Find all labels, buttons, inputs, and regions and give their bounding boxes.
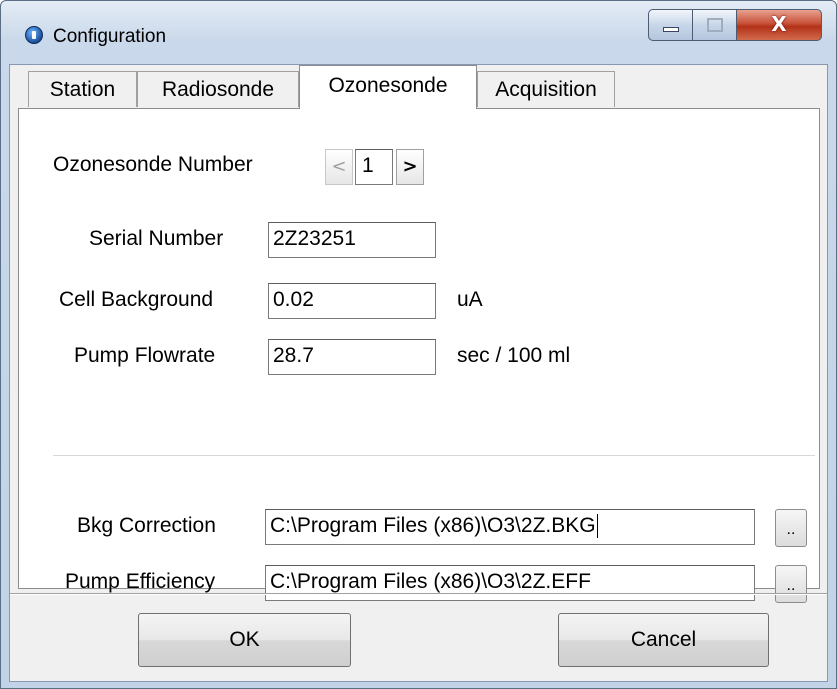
pump-efficiency-browse-button[interactable]: .. xyxy=(775,565,807,603)
cell-background-unit: uA xyxy=(457,288,483,311)
cancel-button[interactable]: Cancel xyxy=(558,613,769,667)
cell-background-label: Cell Background xyxy=(59,288,214,311)
bkg-correction-path-text: C:\Program Files (x86)\O3\2Z.BKG xyxy=(270,514,596,537)
tab-acquisition[interactable]: Acquisition xyxy=(477,71,615,107)
text-cursor xyxy=(596,514,598,539)
ok-button[interactable]: OK xyxy=(138,613,351,667)
cell-background-input[interactable]: 0.02 xyxy=(268,283,436,319)
bkg-correction-path-input[interactable]: C:\Program Files (x86)\O3\2Z.BKG xyxy=(265,509,755,545)
pump-efficiency-label: Pump Efficiency xyxy=(65,570,216,593)
close-button[interactable]: X xyxy=(736,9,822,41)
previous-number-button[interactable]: < xyxy=(325,149,353,185)
serial-number-label: Serial Number xyxy=(89,227,224,250)
ozonesonde-panel: Ozonesonde Number < 1 > Serial Number 2Z… xyxy=(18,108,820,603)
tab-radiosonde[interactable]: Radiosonde xyxy=(137,71,299,107)
title-bar[interactable]: Configuration X xyxy=(1,1,836,63)
tab-ozonesonde[interactable]: Ozonesonde xyxy=(299,65,477,109)
configuration-window: Configuration X Station Radiosonde Ozone… xyxy=(0,0,837,689)
close-icon: X xyxy=(771,12,787,36)
window-title: Configuration xyxy=(53,26,167,47)
serial-number-input[interactable]: 2Z23251 xyxy=(268,222,436,258)
pump-efficiency-path-input[interactable]: C:\Program Files (x86)\O3\2Z.EFF xyxy=(265,565,755,601)
info-app-icon[interactable] xyxy=(25,26,43,44)
minimize-button[interactable] xyxy=(648,9,692,41)
next-number-button[interactable]: > xyxy=(396,149,424,185)
maximize-button[interactable] xyxy=(692,9,736,41)
caption-buttons: X xyxy=(648,9,822,41)
bkg-correction-browse-button[interactable]: .. xyxy=(775,509,807,547)
dialog-client-area: Station Radiosonde Ozonesonde Acquisitio… xyxy=(9,64,828,682)
tab-station[interactable]: Station xyxy=(28,71,137,107)
ozonesonde-number-label: Ozonesonde Number xyxy=(53,153,253,176)
footer-divider xyxy=(10,593,827,595)
ozonesonde-number-field[interactable]: 1 xyxy=(355,149,393,185)
pump-flowrate-unit: sec / 100 ml xyxy=(457,344,571,367)
pump-flowrate-label: Pump Flowrate xyxy=(74,344,216,367)
pump-flowrate-input[interactable]: 28.7 xyxy=(268,339,436,375)
maximize-icon xyxy=(707,18,723,32)
minimize-icon xyxy=(663,27,679,32)
section-divider xyxy=(53,455,815,457)
bkg-correction-label: Bkg Correction xyxy=(77,514,216,537)
